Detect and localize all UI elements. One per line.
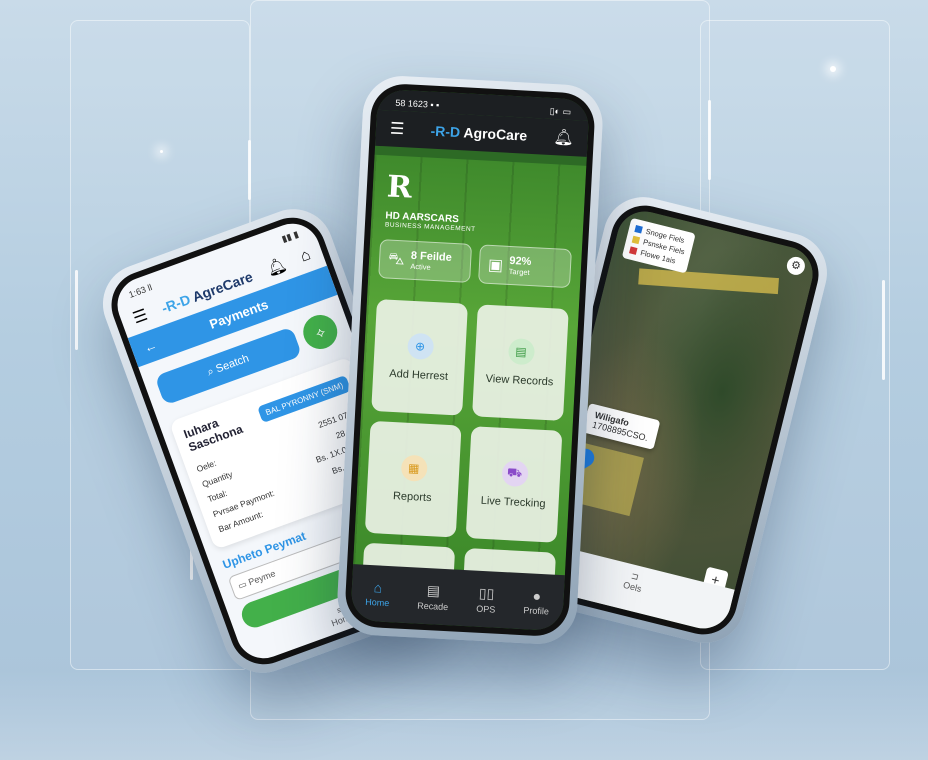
sparkle xyxy=(160,150,163,153)
action-grid: ⊕ Add Herrest ▤ View Records ▦ Reports ⛟ Live T… xyxy=(362,299,569,593)
status-time: 58 1623 ▪ ▪ xyxy=(395,97,440,111)
tile-label: Add Herrest xyxy=(388,367,449,383)
bottom-nav: ⌂ Home ▤ Recade ▯▯ OPS ● Profile xyxy=(350,564,565,632)
search-label: Seatch xyxy=(214,351,251,375)
legend-swatch xyxy=(631,235,641,245)
action-tile[interactable]: ⛟ Live Trecking xyxy=(465,426,563,543)
nav-item[interactable]: ▤ Recade xyxy=(417,581,450,612)
action-tile[interactable]: ▤ View Records xyxy=(472,304,569,421)
phone-bezel: 58 1623 ▪ ▪ ▯◐ ▭ ☰ -R-D AgroCare 🔔︎ R HD… xyxy=(343,82,597,638)
nav-item[interactable]: ● Profile xyxy=(523,587,550,617)
menu-icon[interactable]: ☰ xyxy=(130,305,150,329)
stat-icon: ▣ xyxy=(487,256,504,275)
brand-block: R HD AARSCARS BUSINESS MANAGEMENT xyxy=(385,169,479,233)
logo-mark: -R-D xyxy=(159,291,193,317)
payment-input-text: Peyme xyxy=(246,568,277,588)
nav-item[interactable]: ▯▯ OPS xyxy=(476,584,497,614)
nav-label: Profile xyxy=(523,605,550,617)
bell-icon[interactable]: 🔔︎ xyxy=(553,127,574,148)
floor-reflection xyxy=(0,670,928,760)
light-bar xyxy=(708,100,711,180)
legend-swatch xyxy=(629,246,638,255)
nav-icon: ▤ xyxy=(426,581,441,599)
stat-label: Target xyxy=(508,266,530,277)
logo-mark: -R-D xyxy=(430,122,461,141)
tile-icon: ▤ xyxy=(507,337,535,366)
nav-icon: ▯▯ xyxy=(478,584,495,602)
nav-label: OPS xyxy=(476,603,496,615)
card-icon: ▭ xyxy=(236,578,249,592)
menu-icon[interactable]: ☰ xyxy=(389,119,405,140)
nav-item[interactable]: ⌂ Home xyxy=(365,579,390,608)
nav-label: Home xyxy=(364,596,390,609)
tile-label: View Records xyxy=(485,372,554,389)
dashboard-phone: 58 1623 ▪ ▪ ▯◐ ▭ ☰ -R-D AgroCare 🔔︎ R HD… xyxy=(335,74,605,646)
stat-card[interactable]: ⛍ 8 Feilde Active xyxy=(378,239,473,283)
tile-icon: ⊕ xyxy=(406,332,434,361)
tile-icon: ⛟ xyxy=(500,459,529,488)
action-tile[interactable]: ▦ Reports xyxy=(364,420,462,538)
stat-icon: ⛍ xyxy=(387,250,406,268)
status-icons: ▯◐ ▭ xyxy=(549,105,572,117)
share-icon[interactable]: ⟡ xyxy=(298,310,343,354)
action-tile[interactable]: ⊕ Add Herrest xyxy=(371,299,468,416)
app-logo: -R-D AgroCare xyxy=(430,123,527,144)
home-icon[interactable]: ⌂ xyxy=(298,246,313,266)
legend-swatch xyxy=(634,225,643,234)
logo-text: AgroCare xyxy=(463,124,528,144)
light-bar xyxy=(75,270,78,350)
nav-icon: ● xyxy=(532,587,542,605)
nav-label: Recade xyxy=(416,600,449,612)
stat-card[interactable]: ▣ 92% Target xyxy=(478,244,572,289)
bell-icon[interactable]: 🔔︎ xyxy=(264,254,290,280)
tile-label: Reports xyxy=(392,490,432,505)
sparkle xyxy=(830,66,836,72)
light-bar xyxy=(248,140,251,200)
dashboard-screen: 58 1623 ▪ ▪ ▯◐ ▭ ☰ -R-D AgroCare 🔔︎ R HD… xyxy=(350,88,590,632)
nav-icon: ⌂ xyxy=(373,579,383,596)
brand-mark: R xyxy=(386,169,413,206)
tile-icon: ▦ xyxy=(400,454,428,482)
light-bar xyxy=(882,280,885,380)
tile-label: Live Trecking xyxy=(480,494,546,511)
